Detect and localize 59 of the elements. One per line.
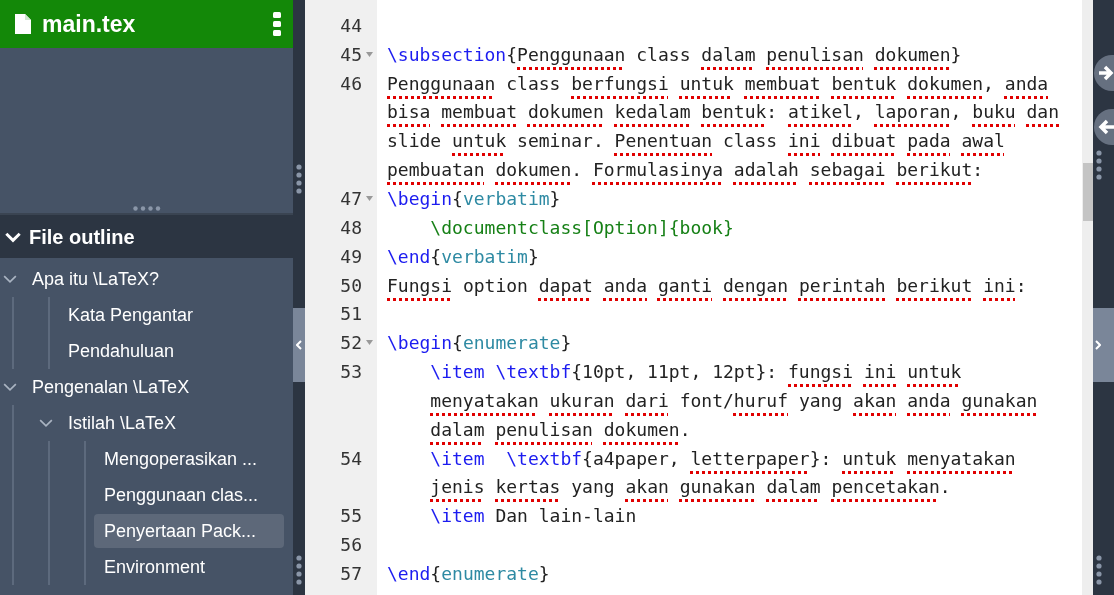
line-number: 50 [340,273,362,298]
collapse-button[interactable] [293,308,305,382]
drag-handle-icon[interactable] [296,164,302,194]
code-line: \end{enumerate} [386,561,550,586]
chevron-left-icon [296,340,302,350]
line-number: 52 [340,331,362,356]
code-line: bisa membuat dokumen kedalam bentuk: atikel, laporan, buku dan [386,100,1059,125]
line-number: 46 [340,71,362,96]
drag-handle-icon[interactable] [1096,555,1102,585]
line-number: 47 [340,187,362,211]
outline-item[interactable]: Pengenalan \LaTeX [22,370,284,404]
fold-icon[interactable] [366,51,373,57]
outline-header[interactable]: File outline [0,215,293,258]
drag-handle-icon[interactable] [1096,150,1102,180]
outline-item[interactable]: Penggunaan clas... [94,478,284,512]
line-number: 44 [340,13,362,38]
menu-icon[interactable] [273,12,281,36]
drag-handle-icon[interactable] [296,555,302,585]
code-line: Fungsi option dapat anda ganti dengan perintah berikut ini: [386,273,1027,298]
outline-title: File outline [29,224,135,250]
code-line: \item \textbf{a4paper, letterpaper}: untuk menyatakan [429,446,1016,471]
left-arrow-button[interactable] [1093,109,1114,145]
outline-item[interactable]: Apa itu \LaTeX? [22,262,284,296]
file-icon [15,14,31,34]
line-number: 53 [340,360,362,385]
code-line: \item Dan lain-lain [429,504,637,529]
line-number: 55 [340,504,362,529]
code-line: \item \textbf{10pt, 11pt, 12pt}: fungsi ini untuk [429,360,962,385]
fold-icon[interactable] [366,196,373,201]
scrollbar-thumb[interactable] [1083,163,1093,221]
code-line: \subsection{Penggunaan class dalam penulisan dokumen} [386,42,962,67]
outline-item[interactable]: Kata Pengantar [58,298,284,332]
code-line: \begin{enumerate} [386,331,572,356]
outline-item[interactable]: Mengoperasikan ... [94,442,284,476]
right-arrow-button[interactable] [1093,55,1114,91]
code-line: slide untuk seminar. Penentuan class ini dibuat pada awal [386,129,1005,154]
code-line: \begin{verbatim} [386,187,561,211]
code-line: dalam penulisan dokumen. [429,417,691,442]
code-line: jenis kertas yang akan gunakan dalam pencetakan. [429,475,951,500]
code-line: \documentclass[Option]{book} [429,215,734,240]
drag-handle-icon[interactable] [132,205,161,211]
code-line: Penggunaan class berfungsi untuk membuat bentuk dokumen, anda [386,71,1049,96]
code-line: pembuatan dokumen. Formulasinya adalah sebagai berikut: [386,158,984,183]
chevron-right-icon [1095,340,1101,350]
file-title: main.tex [42,9,137,39]
line-number: 57 [340,561,362,586]
code-line: \end{verbatim} [386,244,539,269]
fold-icon[interactable] [366,340,373,346]
outline-item[interactable]: Istilah \LaTeX [58,406,284,440]
outline-item[interactable]: Penyertaan Pack... [94,514,284,548]
line-number: 48 [340,215,362,240]
code-line: menyatakan ukuran dari font/huruf yang akan anda gunakan [429,388,1038,413]
line-number: 56 [340,533,362,558]
outline-item[interactable]: Environment [94,550,284,584]
line-number: 49 [340,244,362,269]
line-number: 45 [340,42,362,67]
outline-item[interactable]: Pendahuluan [58,334,284,368]
line-number: 51 [340,302,362,327]
line-number: 54 [340,446,362,471]
